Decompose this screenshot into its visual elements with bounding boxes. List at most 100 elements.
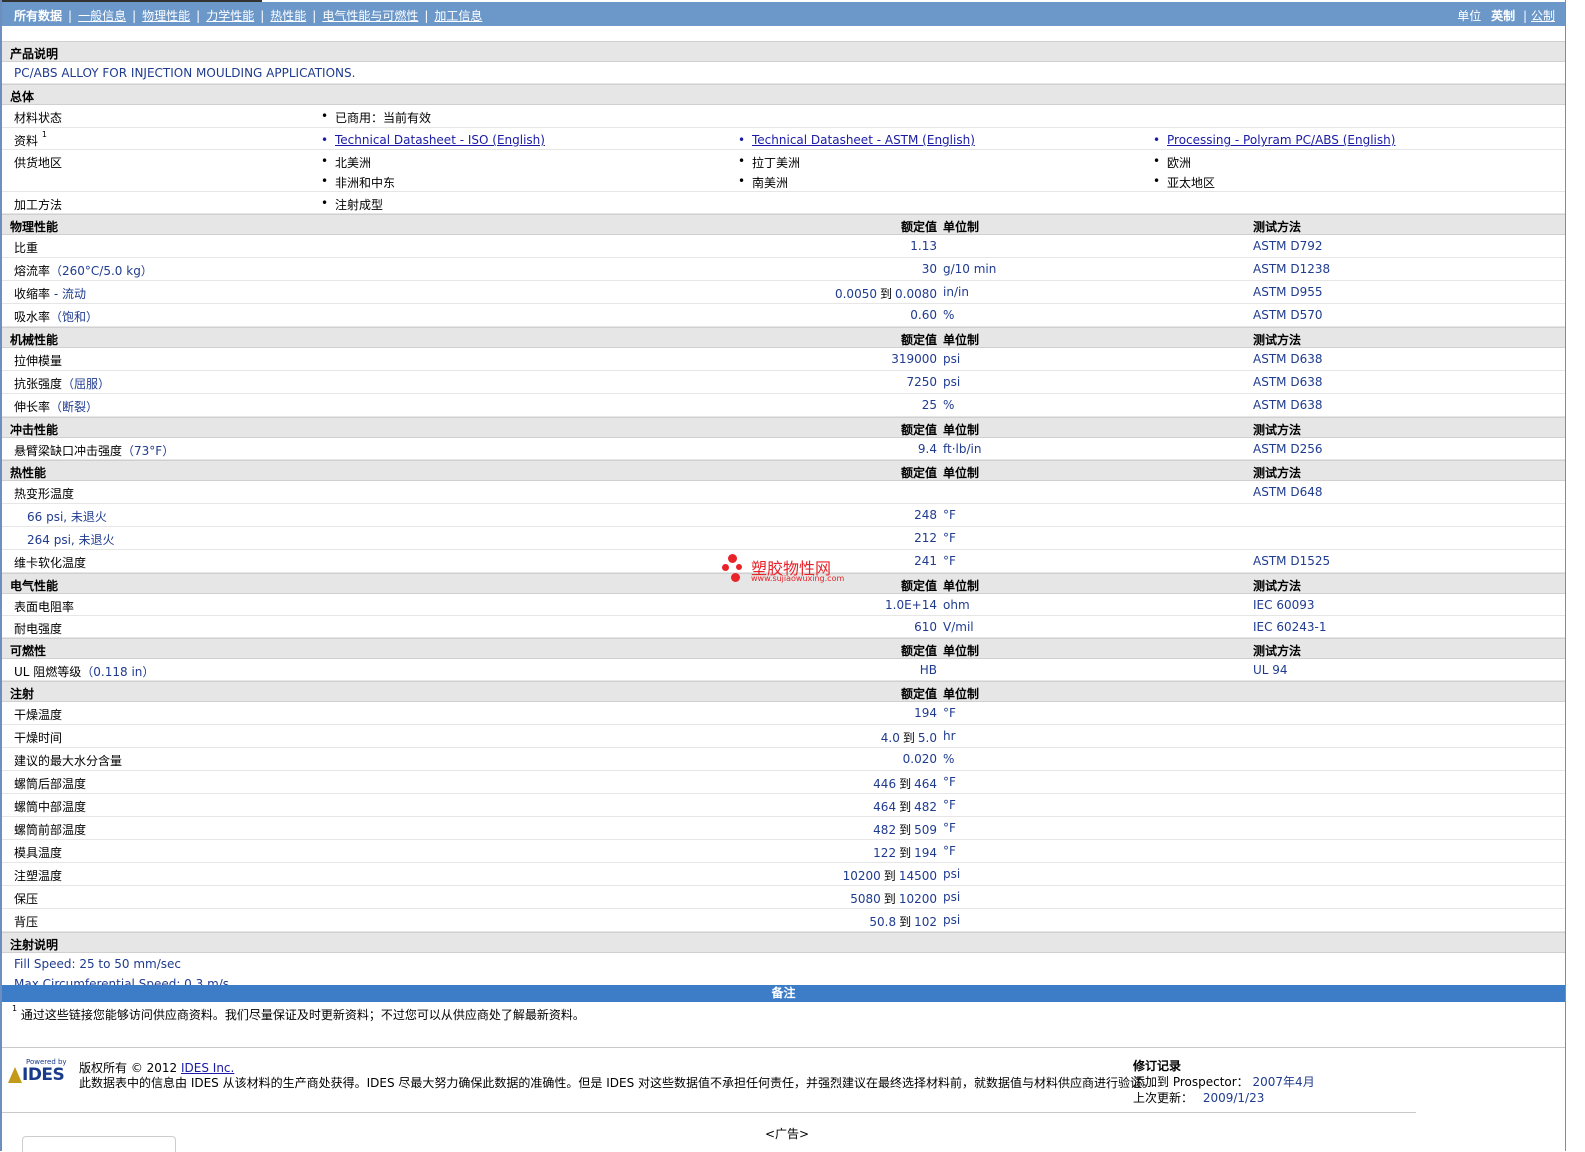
property-value: 610 <box>914 620 937 634</box>
property-label: 模具温度 <box>14 846 63 860</box>
property-value: 0.0050 到 0.0080 <box>835 285 937 302</box>
property-name: 拉伸模量 <box>14 352 62 369</box>
watermark-url: www.sujiaowuxing.com <box>751 574 845 583</box>
tab-mechanical[interactable]: 力学性能 <box>206 7 254 24</box>
property-label: 螺筒中部温度 <box>14 800 87 814</box>
tab-processing[interactable]: 加工信息 <box>434 7 482 24</box>
property-label: 保压 <box>14 892 39 906</box>
value-min: 610 <box>914 620 937 634</box>
nav-separator: | <box>196 9 201 23</box>
test-method: ASTM D792 <box>1253 239 1323 253</box>
value-min: 446 <box>873 777 897 791</box>
section-mechanical: 机械性能 额定值 单位制 测试方法 拉伸模量 319000 psi ASTM D638 抗张强度… <box>2 327 1565 417</box>
property-unit: psi <box>943 890 961 904</box>
property-label: UL 阻燃等级 <box>14 665 82 679</box>
material-status-row: 材料状态 已商用：当前有效 <box>2 105 1565 128</box>
test-method: ASTM D955 <box>1253 285 1323 299</box>
logo-text: IDES <box>22 1065 65 1085</box>
value-max: 102 <box>914 915 937 929</box>
property-unit: in/in <box>943 285 969 299</box>
property-value: 4.0 到 5.0 <box>881 729 937 746</box>
revision-updated: 上次更新： 2009/1/23 <box>1133 1089 1264 1106</box>
nav-separator: | <box>312 9 317 23</box>
col-header-value: 额定值 <box>900 687 937 701</box>
watermark: 塑胶物性网 www.sujiaowuxing.com <box>722 553 852 587</box>
revision-added: 添加到 Prospector： 2007年4月 <box>1133 1073 1315 1090</box>
nav-separator: | <box>132 9 137 23</box>
unit-metric-link[interactable]: 公制 <box>1531 9 1555 23</box>
watermark-dot <box>722 564 729 571</box>
property-label: 注塑温度 <box>14 869 63 883</box>
property-row: 悬臂梁缺口冲击强度（73°F） 9.4 ft·lb/in ASTM D256 <box>2 438 1565 460</box>
property-name: 伸长率（断裂） <box>14 398 98 415</box>
watermark-dot <box>728 554 737 563</box>
property-unit: °F <box>943 775 956 789</box>
property-name: 螺筒后部温度 <box>14 775 86 792</box>
property-label: 比重 <box>14 241 39 255</box>
range-word: 到 <box>899 846 912 860</box>
range-word: 到 <box>899 915 912 929</box>
property-name: 背压 <box>14 913 38 930</box>
value-max: 482 <box>914 800 937 814</box>
property-unit: % <box>943 308 955 322</box>
property-unit: °F <box>943 844 956 858</box>
property-unit: psi <box>943 352 961 366</box>
property-label: 螺筒前部温度 <box>14 823 87 837</box>
property-row: 抗张强度（屈服） 7250 psi ASTM D638 <box>2 371 1565 394</box>
col-header-unit: 单位制 <box>943 644 980 658</box>
footnote: 1 通过这些链接您能够访问供应商资料。我们尽量保证及时更新资料；不过您可以从供应… <box>12 1004 585 1023</box>
tab-all-data[interactable]: 所有数据 <box>14 7 62 24</box>
notes-header: 备注 <box>2 985 1565 1002</box>
tab-electrical[interactable]: 电气性能与可燃性 <box>322 7 418 24</box>
value-min: 194 <box>914 706 937 720</box>
property-label: 264 psi, 未退火 <box>27 533 115 547</box>
property-row: 螺筒后部温度 446 到 464 °F <box>2 771 1565 794</box>
doc-link-iso[interactable]: Technical Datasheet - ISO (English) <box>321 133 545 147</box>
property-unit: % <box>943 398 955 412</box>
unit-imperial: 英制 <box>1491 9 1516 23</box>
region-item: 非洲和中东 <box>321 174 395 191</box>
property-name: 耐电强度 <box>14 620 62 637</box>
section-header-thermal: 热性能 额定值 单位制 测试方法 <box>2 460 1565 481</box>
col-header-value: 额定值 <box>900 579 937 593</box>
col-header-value: 额定值 <box>900 423 937 437</box>
property-value: 5080 到 10200 <box>850 890 937 907</box>
value-min: 0.020 <box>902 752 937 766</box>
tab-physical[interactable]: 物理性能 <box>142 7 190 24</box>
test-method: IEC 60243-1 <box>1253 620 1327 634</box>
property-condition: （73°F） <box>122 444 175 458</box>
property-unit: psi <box>943 913 961 927</box>
section-impact: 冲击性能 额定值 单位制 测试方法 悬臂梁缺口冲击强度（73°F） 9.4 ft·lb/in… <box>2 417 1565 460</box>
divider <box>2 1112 1416 1113</box>
property-row: 模具温度 122 到 194 °F <box>2 840 1565 863</box>
property-condition: （饱和） <box>50 310 99 324</box>
value-max: 194 <box>914 846 937 860</box>
col-header-method: 测试方法 <box>1253 644 1302 658</box>
tab-thermal[interactable]: 热性能 <box>270 7 306 24</box>
nav-separator: | <box>68 9 73 23</box>
property-label: 螺筒后部温度 <box>14 777 87 791</box>
property-name: 表面电阻率 <box>14 598 74 615</box>
range-word: 到 <box>902 731 915 745</box>
row-label: 供货地区 <box>14 156 63 170</box>
region-item: 北美洲 <box>321 154 371 171</box>
property-row: 保压 5080 到 10200 psi <box>2 886 1565 909</box>
property-name: 66 psi, 未退火 <box>27 508 107 525</box>
col-header-unit: 单位制 <box>943 466 980 480</box>
disclaimer: 此数据表中的信息由 IDES 从该材料的生产商处获得。IDES 尽最大努力确保此… <box>79 1076 1155 1090</box>
col-header-method: 测试方法 <box>1253 579 1302 593</box>
section-title: 热性能 <box>10 466 47 480</box>
value-max: 5.0 <box>917 731 937 745</box>
doc-link-processing[interactable]: Processing - Polyram PC/ABS (English) <box>1153 133 1395 147</box>
value-min: 30 <box>921 262 937 276</box>
ad-box <box>22 1136 176 1152</box>
col-header-method: 测试方法 <box>1253 333 1302 347</box>
ides-link[interactable]: IDES Inc. <box>181 1061 234 1075</box>
row-label: 加工方法 <box>14 198 63 212</box>
product-description: PC/ABS ALLOY FOR INJECTION MOULDING APPL… <box>14 66 356 80</box>
tab-general[interactable]: 一般信息 <box>78 7 126 24</box>
property-label: 伸长率 <box>14 400 51 414</box>
section-title: 注射说明 <box>10 938 59 952</box>
property-name: 干燥时间 <box>14 729 62 746</box>
doc-link-astm[interactable]: Technical Datasheet - ASTM (English) <box>738 133 975 147</box>
